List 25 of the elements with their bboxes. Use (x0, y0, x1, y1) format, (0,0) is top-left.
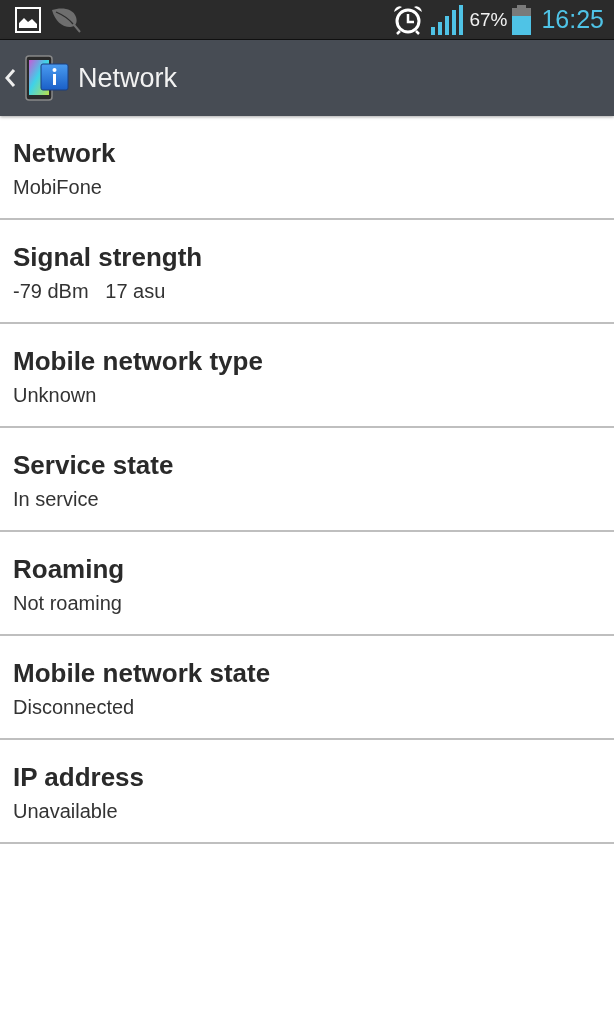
setting-value: Not roaming (13, 591, 123, 616)
setting-value: Unavailable (13, 799, 119, 824)
setting-value: Unknown (13, 383, 98, 408)
chevron-left-icon (4, 68, 16, 88)
setting-title: Mobile network type (13, 346, 264, 376)
setting-title: Service state (13, 450, 175, 480)
phone-info-icon (25, 55, 69, 101)
setting-title: Mobile network state (13, 658, 272, 688)
leaf-icon (51, 6, 81, 33)
setting-value: In service (13, 487, 100, 512)
clock-time: 16:25 (541, 5, 604, 34)
battery-icon (512, 4, 532, 35)
battery-percentage: 67% (469, 8, 508, 31)
setting-title: Signal strength (13, 242, 204, 272)
screen-title: Network (78, 62, 178, 94)
setting-value: MobiFone (13, 175, 103, 200)
setting-title: Roaming (13, 554, 126, 584)
setting-value: -79 dBm 17 asu (13, 279, 167, 304)
up-button[interactable] (4, 55, 69, 101)
setting-title: Network (13, 138, 117, 168)
setting-value: Disconnected (13, 695, 136, 720)
picture-icon (15, 6, 41, 33)
alarm-clock-icon (393, 4, 424, 35)
signal-icon (431, 4, 464, 35)
setting-title: IP address (13, 762, 146, 792)
